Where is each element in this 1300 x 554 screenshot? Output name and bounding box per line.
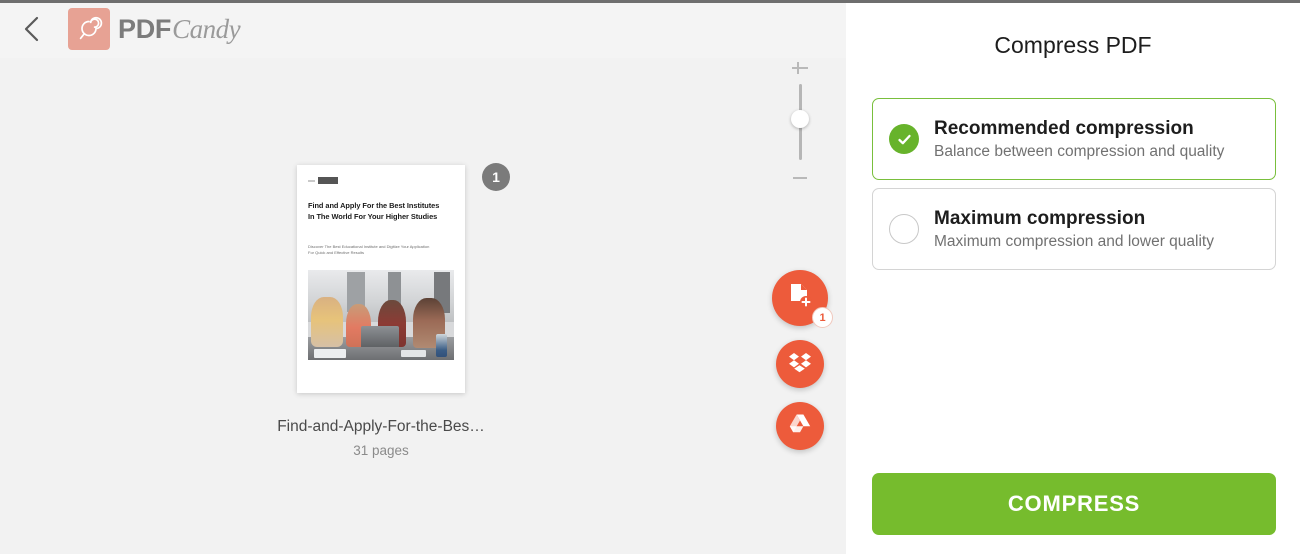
page-thumbnail-wrapper: Find and Apply For the Best Institutes I… (277, 163, 510, 458)
option-description: Balance between compression and quality (934, 143, 1225, 161)
compress-settings-panel: Compress PDF Recommended compression Bal… (846, 0, 1300, 554)
compression-options: Recommended compression Balance between … (872, 98, 1276, 270)
brand-text: PDF Candy (118, 13, 241, 45)
page-canvas: Find and Apply For the Best Institutes I… (0, 58, 760, 554)
page-count-label: 31 pages (353, 443, 409, 458)
option-maximum-compression[interactable]: Maximum compression Maximum compression … (872, 188, 1276, 270)
google-drive-icon (788, 412, 812, 441)
option-text: Maximum compression Maximum compression … (934, 207, 1214, 252)
back-button[interactable] (10, 7, 54, 51)
check-icon (889, 124, 919, 154)
zoom-slider-track[interactable] (791, 84, 809, 160)
document-heading: Find and Apply For the Best Institutes I… (308, 201, 440, 221)
page-number-badge: 1 (482, 163, 510, 191)
option-description: Maximum compression and lower quality (934, 233, 1214, 251)
lollipop-icon (68, 8, 110, 50)
document-plus-icon (787, 282, 813, 315)
zoom-slider-handle[interactable] (791, 110, 809, 128)
viewer-header: PDF Candy (0, 0, 846, 58)
option-recommended-compression[interactable]: Recommended compression Balance between … (872, 98, 1276, 180)
dropbox-button[interactable] (776, 340, 824, 388)
add-file-badge: 1 (812, 307, 833, 328)
plus-icon[interactable] (790, 58, 810, 78)
brand-logo[interactable]: PDF Candy (68, 8, 241, 50)
panel-title: Compress PDF (994, 32, 1152, 58)
file-name-label: Find-and-Apply-For-the-Bes… (277, 418, 485, 435)
add-file-button[interactable]: 1 (772, 270, 833, 328)
zoom-slider[interactable] (786, 58, 814, 198)
document-subheading: Discover The Best Educational Institute … (308, 244, 430, 256)
option-text: Recommended compression Balance between … (934, 117, 1224, 162)
file-action-buttons: 1 (772, 270, 833, 450)
window-top-strip (0, 0, 1300, 3)
document-cover-photo (308, 270, 454, 360)
page-thumbnail[interactable]: Find and Apply For the Best Institutes I… (297, 165, 465, 393)
brand-secondary: Candy (172, 13, 241, 44)
radio-unchecked-icon (889, 214, 919, 244)
dropbox-icon (788, 350, 812, 379)
option-title: Maximum compression (934, 207, 1146, 229)
minus-icon[interactable] (790, 168, 810, 188)
compress-button[interactable]: COMPRESS (872, 473, 1276, 535)
option-title: Recommended compression (934, 117, 1194, 139)
brand-primary: PDF (118, 13, 172, 44)
document-logo-icon (308, 177, 338, 184)
google-drive-button[interactable] (776, 402, 824, 450)
app-root: PDF Candy Find and Apply For the Best In… (0, 0, 1300, 554)
chevron-left-icon (23, 15, 41, 43)
pdf-viewer-panel: PDF Candy Find and Apply For the Best In… (0, 0, 846, 554)
